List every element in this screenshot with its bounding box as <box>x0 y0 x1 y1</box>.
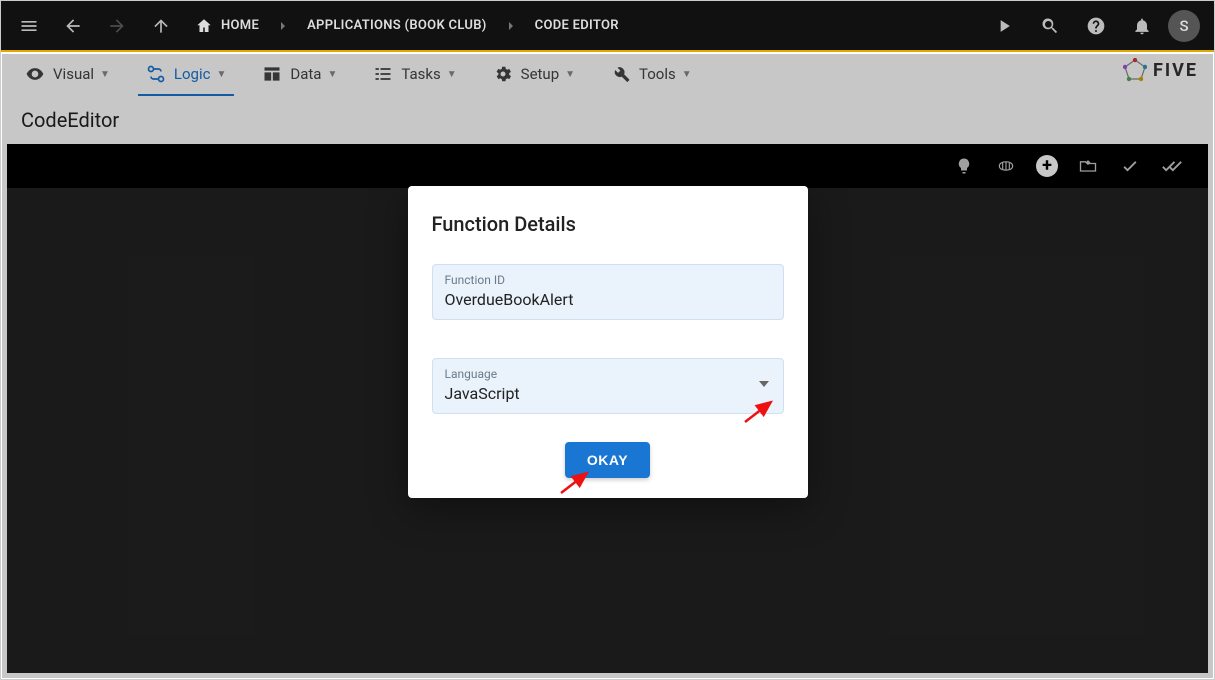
breadcrumb-code-editor[interactable]: CODE EDITOR <box>525 18 629 33</box>
field-label: Function ID <box>445 273 771 287</box>
notifications-button[interactable] <box>1122 6 1162 46</box>
language-field[interactable]: Language JavaScript <box>432 358 784 414</box>
home-icon <box>195 17 213 35</box>
help-button[interactable] <box>1076 6 1116 46</box>
breadcrumb-applications[interactable]: APPLICATIONS (BOOK CLUB) <box>297 18 497 33</box>
modal-actions: OKAY <box>432 442 784 478</box>
breadcrumb-label: HOME <box>221 18 259 33</box>
function-id-field[interactable]: Function ID OverdueBookAlert <box>432 264 784 320</box>
breadcrumb-label: CODE EDITOR <box>535 18 619 33</box>
chevron-right-icon <box>501 18 521 34</box>
avatar-initial: S <box>1179 17 1188 35</box>
forward-button[interactable] <box>97 6 137 46</box>
modal-title: Function Details <box>432 212 784 236</box>
language-value: JavaScript <box>445 384 771 403</box>
user-avatar[interactable]: S <box>1168 10 1200 42</box>
breadcrumb-home[interactable]: HOME <box>185 17 269 35</box>
function-details-modal: Function Details Function ID OverdueBook… <box>408 186 808 498</box>
play-button[interactable] <box>984 6 1024 46</box>
field-label: Language <box>445 367 771 381</box>
topbar-left: HOME APPLICATIONS (BOOK CLUB) CODE EDITO… <box>9 6 629 46</box>
function-id-value: OverdueBookAlert <box>445 290 771 309</box>
chevron-right-icon <box>273 18 293 34</box>
hamburger-menu-button[interactable] <box>9 6 49 46</box>
dropdown-caret-icon <box>759 381 769 387</box>
breadcrumb-label: APPLICATIONS (BOOK CLUB) <box>307 18 487 33</box>
search-button[interactable] <box>1030 6 1070 46</box>
back-button[interactable] <box>53 6 93 46</box>
up-button[interactable] <box>141 6 181 46</box>
button-label: OKAY <box>587 452 628 468</box>
top-app-bar: HOME APPLICATIONS (BOOK CLUB) CODE EDITO… <box>1 1 1214 52</box>
topbar-right: S <box>984 6 1206 46</box>
okay-button[interactable]: OKAY <box>565 442 650 478</box>
